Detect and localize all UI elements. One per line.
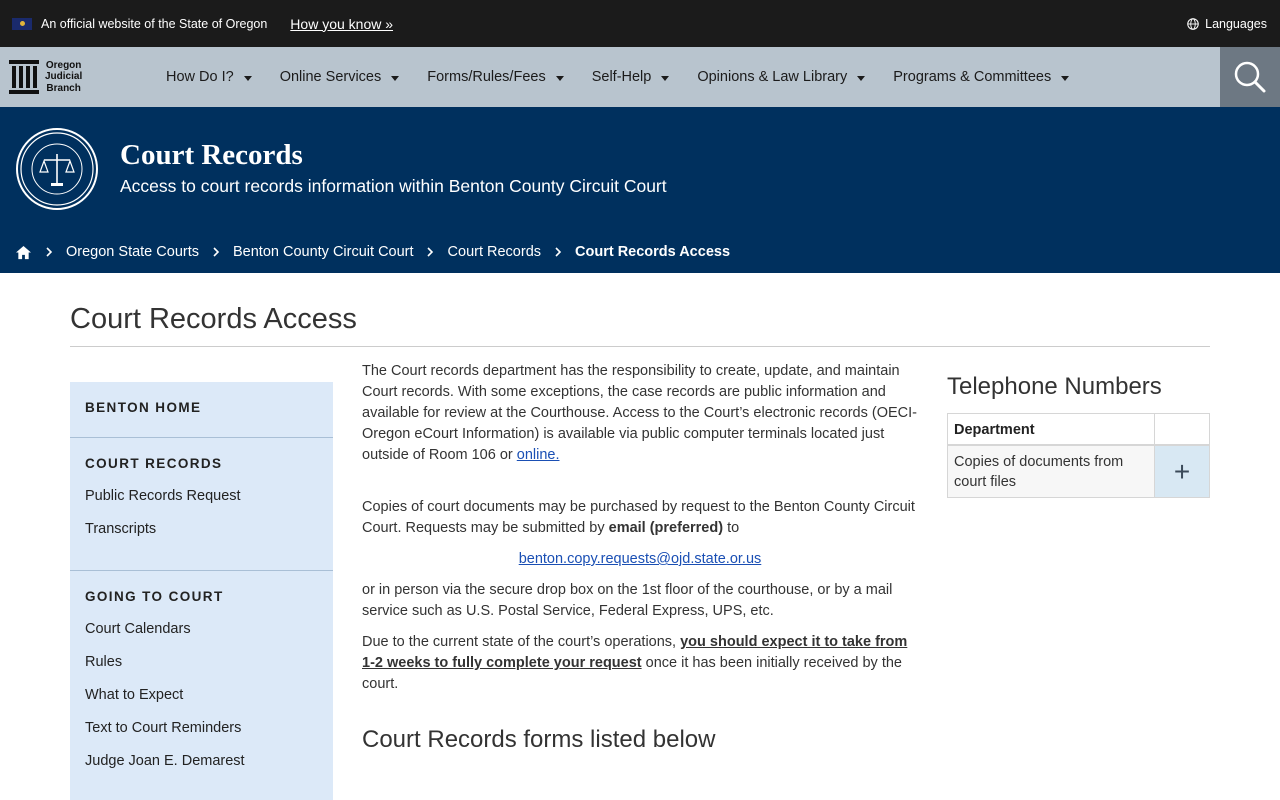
title-divider	[70, 346, 1210, 347]
search-button[interactable]	[1220, 47, 1280, 107]
main-nav: Oregon Judicial Branch How Do I? Online …	[0, 47, 1280, 107]
how-you-know-link[interactable]: How you know »	[290, 16, 393, 32]
pillar-icon	[9, 60, 39, 94]
hero-subtitle: Access to court records information with…	[120, 176, 667, 196]
chevron-down-icon	[1061, 76, 1070, 81]
languages-label: Languages	[1205, 16, 1267, 31]
department-cell: Copies of documents from court files	[948, 446, 1155, 497]
nav-label: Forms/Rules/Fees	[427, 69, 546, 85]
sidebar-item-judge-demarest[interactable]: Judge Joan E. Demarest	[85, 753, 318, 769]
side-navigation: BENTON HOME COURT RECORDS Public Records…	[70, 382, 333, 800]
main-column: The Court records department has the res…	[362, 361, 918, 705]
table-header: Department	[948, 414, 1209, 446]
official-banner: An official website of the State of Oreg…	[0, 0, 1280, 47]
sidebar-item-court-calendars[interactable]: Court Calendars	[85, 621, 318, 637]
timing-text: Due to the current state of the court’s …	[362, 634, 681, 650]
sidebar-item-what-to-expect[interactable]: What to Expect	[85, 687, 318, 703]
home-icon[interactable]	[15, 245, 32, 260]
sidebar-heading-court-records[interactable]: COURT RECORDS	[85, 456, 318, 471]
languages-button[interactable]: Languages	[1187, 0, 1267, 47]
chevron-down-icon	[661, 76, 670, 81]
main-content: Court Records Access BENTON HOME COURT R…	[0, 273, 1280, 800]
breadcrumb-court-records[interactable]: Court Records	[448, 244, 541, 260]
telephone-numbers-title: Telephone Numbers	[947, 373, 1162, 400]
globe-icon	[1187, 17, 1199, 30]
nav-label: Online Services	[279, 69, 382, 85]
nav-label: Self-Help	[591, 69, 652, 85]
intro-paragraph: The Court records department has the res…	[362, 361, 918, 466]
chevron-down-icon	[555, 76, 564, 81]
chevron-down-icon	[857, 76, 866, 81]
sidebar-item-transcripts[interactable]: Transcripts	[85, 521, 318, 537]
intro-text: The Court records department has the res…	[362, 363, 918, 463]
timing-paragraph: Due to the current state of the court’s …	[362, 632, 918, 695]
nav-label: How Do I?	[166, 69, 234, 85]
copies-text-end: to	[723, 520, 740, 536]
plus-icon: +	[1173, 455, 1191, 487]
nav-programs-committees[interactable]: Programs & Committees	[893, 69, 1070, 85]
department-header: Department	[948, 414, 1155, 444]
nav-self-help[interactable]: Self-Help	[592, 69, 670, 85]
nav-how-do-i[interactable]: How Do I?	[166, 69, 252, 85]
nav-label: Programs & Committees	[893, 69, 1052, 85]
table-row: Copies of documents from court files +	[948, 446, 1209, 497]
expand-button[interactable]: +	[1155, 446, 1209, 497]
page-hero: Court Records Access to court records in…	[0, 107, 1280, 273]
nav-opinions-law-library[interactable]: Opinions & Law Library	[697, 69, 866, 85]
judicial-seal-icon	[16, 128, 98, 210]
breadcrumb-current: Court Records Access	[575, 244, 731, 260]
email-link[interactable]: benton.copy.requests@ojd.state.or.us	[519, 551, 762, 567]
chevron-right-icon	[553, 247, 563, 257]
mail-paragraph: or in person via the secure drop box on …	[362, 582, 893, 619]
telephone-table: Department Copies of documents from cour…	[947, 413, 1210, 498]
telephone-numbers-panel: Telephone Numbers Department Copies of d…	[947, 373, 1210, 498]
breadcrumb-benton-county[interactable]: Benton County Circuit Court	[233, 244, 414, 260]
copies-paragraph: Copies of court documents may be purchas…	[362, 497, 918, 539]
hero-title: Court Records	[120, 139, 303, 171]
page-title: Court Records Access	[70, 303, 357, 335]
nav-online-services[interactable]: Online Services	[280, 69, 400, 85]
oregon-flag-icon	[12, 17, 32, 30]
chevron-right-icon	[211, 247, 221, 257]
logo-line-2: Judicial	[45, 71, 83, 83]
official-text: An official website of the State of Oreg…	[41, 16, 268, 31]
chevron-right-icon	[426, 247, 436, 257]
breadcrumb: Oregon State Courts Benton County Circui…	[15, 244, 730, 260]
nav-forms-rules-fees[interactable]: Forms/Rules/Fees	[427, 69, 564, 85]
chevron-down-icon	[243, 76, 252, 81]
chevron-right-icon	[44, 247, 54, 257]
sidebar-item-rules[interactable]: Rules	[85, 654, 318, 670]
breadcrumb-oregon-state-courts[interactable]: Oregon State Courts	[66, 244, 199, 260]
online-link[interactable]: online.	[517, 447, 560, 463]
logo-line-1: Oregon	[45, 59, 82, 71]
nav-label: Opinions & Law Library	[697, 69, 848, 85]
sidebar-heading-going-to-court[interactable]: GOING TO COURT	[85, 589, 318, 604]
forms-heading: Court Records forms listed below	[362, 726, 716, 753]
search-icon	[1234, 61, 1266, 93]
sidebar-benton-home[interactable]: BENTON HOME	[85, 400, 318, 415]
ojd-logo[interactable]: Oregon Judicial Branch	[0, 60, 160, 95]
email-preferred-text: email (preferred)	[608, 520, 724, 536]
chevron-down-icon	[391, 76, 400, 81]
sidebar-item-text-reminders[interactable]: Text to Court Reminders	[85, 720, 318, 736]
sidebar-item-public-records-request[interactable]: Public Records Request	[85, 488, 318, 504]
logo-line-3: Branch	[46, 82, 81, 94]
